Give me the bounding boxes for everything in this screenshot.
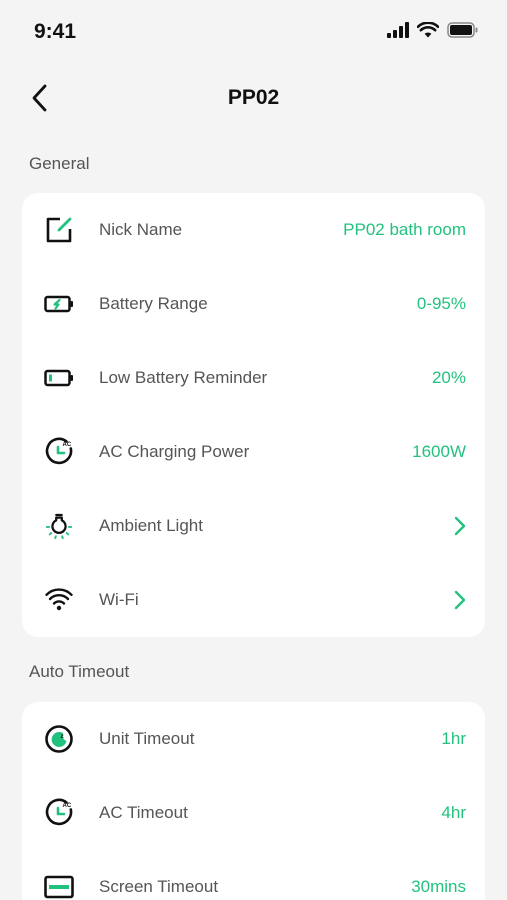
- setting-row-unit-timeout[interactable]: z Unit Timeout 1hr: [22, 702, 485, 776]
- setting-row-low-battery-reminder[interactable]: Low Battery Reminder 20%: [22, 341, 485, 415]
- battery-status-icon: [447, 22, 479, 43]
- setting-value: 1hr: [441, 729, 466, 748]
- setting-row-nick-name[interactable]: Nick Name PP02 bath room: [22, 193, 485, 267]
- wifi-status-icon: [416, 21, 440, 43]
- setting-label: AC Timeout: [99, 803, 188, 822]
- setting-value: PP02 bath room: [343, 220, 466, 239]
- setting-row-screen-timeout[interactable]: Screen Timeout 30mins: [22, 850, 485, 900]
- setting-value: 20%: [431, 368, 466, 387]
- setting-row-battery-range[interactable]: Battery Range 0-95%: [22, 267, 485, 341]
- section-label-auto-timeout: Auto Timeout: [29, 662, 130, 681]
- section-label-general: General: [29, 154, 90, 173]
- setting-label: Wi-Fi: [99, 590, 139, 609]
- chevron-right-icon: [452, 590, 468, 610]
- status-bar: 9:41: [0, 0, 507, 64]
- setting-label: Unit Timeout: [99, 729, 195, 748]
- setting-label: AC Charging Power: [99, 442, 250, 461]
- nav-bar: PP02: [0, 70, 507, 126]
- general-card: Nick Name PP02 bath room Battery Range 0…: [22, 193, 485, 637]
- setting-value: 0-95%: [416, 294, 466, 313]
- setting-row-ac-timeout[interactable]: AC AC Timeout 4hr: [22, 776, 485, 850]
- status-icons: [387, 21, 479, 43]
- light-bulb-icon: [44, 511, 74, 541]
- svg-text:z: z: [61, 733, 65, 740]
- signal-icon: [387, 22, 409, 43]
- svg-text:AC: AC: [63, 803, 72, 809]
- setting-label: Nick Name: [99, 220, 183, 239]
- svg-text:AC: AC: [63, 442, 72, 448]
- setting-label: Battery Range: [99, 294, 208, 313]
- setting-value: 1600W: [412, 442, 466, 461]
- chevron-right-icon: [452, 516, 468, 536]
- setting-label: Ambient Light: [99, 516, 203, 535]
- ac-timer-icon: AC: [44, 437, 74, 467]
- setting-value: 30mins: [411, 877, 466, 896]
- status-time: 9:41: [34, 20, 77, 43]
- setting-row-ac-charging-power[interactable]: AC AC Charging Power 1600W: [22, 415, 485, 489]
- setting-value: 4hr: [441, 803, 466, 822]
- setting-row-ambient-light[interactable]: Ambient Light: [22, 489, 485, 563]
- setting-row-wifi[interactable]: Wi-Fi: [22, 563, 485, 637]
- ac-timer-icon: AC: [44, 798, 74, 828]
- page-title: PP02: [227, 86, 280, 109]
- sleep-timer-icon: z: [44, 724, 74, 754]
- edit-icon: [44, 215, 74, 245]
- setting-label: Low Battery Reminder: [99, 368, 268, 387]
- auto-timeout-card: z Unit Timeout 1hr AC AC Timeout 4hr Scr…: [22, 702, 485, 900]
- wifi-icon: [44, 585, 74, 615]
- screen-icon: [44, 872, 74, 900]
- battery-charging-icon: [44, 289, 74, 319]
- setting-label: Screen Timeout: [99, 877, 219, 896]
- battery-low-icon: [44, 363, 74, 393]
